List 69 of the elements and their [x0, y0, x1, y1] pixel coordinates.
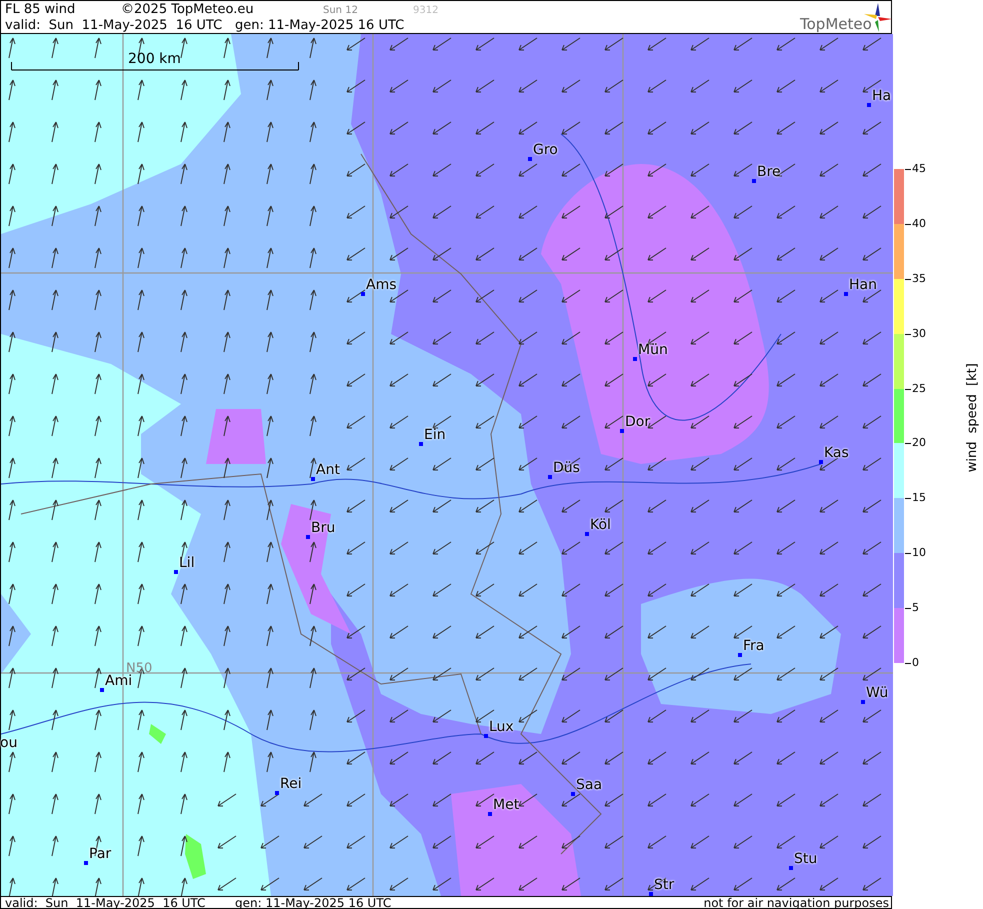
city-marker-icon: [620, 429, 624, 433]
city-marker-icon: [484, 734, 488, 738]
city-label: Ams: [366, 277, 397, 293]
city-label: Dor: [625, 414, 650, 430]
city-marker-icon: [361, 292, 365, 296]
city-label: Wü: [866, 685, 888, 701]
city-label: Ant: [316, 462, 340, 478]
city-label: Met: [493, 797, 520, 813]
city-marker-icon: [585, 532, 589, 536]
city-label: Ein: [424, 427, 446, 443]
city-label: Gro: [533, 142, 558, 158]
day-label: Sun 12: [323, 4, 358, 18]
city-label: Fra: [743, 638, 764, 654]
city-marker-icon: [306, 535, 310, 539]
city-marker-icon: [633, 357, 637, 361]
city-label: Kas: [824, 445, 849, 461]
city-marker-icon: [311, 477, 315, 481]
chart-title: FL 85 wind: [5, 2, 76, 17]
city-marker-icon: [844, 292, 848, 296]
scale-tick-label: 25: [912, 382, 926, 395]
scale-bar-icon: [11, 62, 299, 71]
city-marker-icon: [419, 442, 423, 446]
scale-tick-label: 35: [912, 272, 926, 285]
city-label: Bru: [311, 520, 336, 536]
city-marker-icon: [571, 792, 575, 796]
city-label: Düs: [553, 460, 580, 476]
city-marker-icon: [649, 892, 653, 896]
city-label: Rei: [280, 776, 302, 792]
city-label: Stu: [794, 851, 818, 867]
city-marker-icon: [275, 791, 279, 795]
city-marker-icon: [548, 475, 552, 479]
scale-tick-label: 5: [912, 602, 919, 614]
scale-tick-label: 10: [912, 547, 926, 560]
city-marker-icon: [84, 861, 88, 865]
city-marker-icon: [488, 812, 492, 816]
city-label: Str: [654, 877, 674, 893]
city-label: Han: [849, 277, 877, 293]
scale-tick-label: 45: [912, 163, 926, 175]
city-label: Bre: [757, 164, 781, 180]
city-label: Par: [89, 846, 112, 862]
city-label: Mün: [638, 342, 668, 358]
city-marker-icon: [867, 103, 871, 107]
scale-tick-label: 30: [912, 328, 926, 340]
scale-tick-label: 20: [912, 437, 926, 450]
city-label: Ha: [872, 88, 892, 104]
scale-tick-label: 15: [912, 492, 926, 504]
city-marker-icon: [738, 653, 742, 657]
city-label: Saa: [576, 777, 602, 793]
scale-tick-label: 0: [912, 657, 919, 669]
city-marker-icon: [789, 866, 793, 870]
legend-title: wind speed [kt]: [964, 363, 981, 472]
scale-label: 200 km: [128, 52, 181, 67]
latitude-label: N50: [126, 660, 152, 676]
city-label: Köl: [590, 517, 611, 533]
scale-tick-label: 40: [912, 218, 926, 230]
code-label: 9312: [413, 4, 438, 18]
city-label: Lux: [489, 719, 514, 735]
city-label: Ami: [105, 673, 132, 689]
generated-time: gen: 11-May-2025 16 UTC: [235, 18, 404, 33]
city-marker-icon: [174, 570, 178, 574]
city-marker-icon: [100, 688, 104, 692]
city-marker-icon: [819, 460, 823, 464]
city-marker-icon: [752, 179, 756, 183]
copyright-text: ©2025 TopMeteo.eu: [121, 2, 254, 17]
city-marker-icon: [861, 700, 865, 704]
city-label: Lil: [179, 555, 195, 571]
logo-text: TopMeteo: [800, 17, 872, 32]
city-marker-icon: [528, 157, 532, 161]
valid-time: valid: Sun 11-May-2025 16 UTC: [5, 18, 222, 33]
